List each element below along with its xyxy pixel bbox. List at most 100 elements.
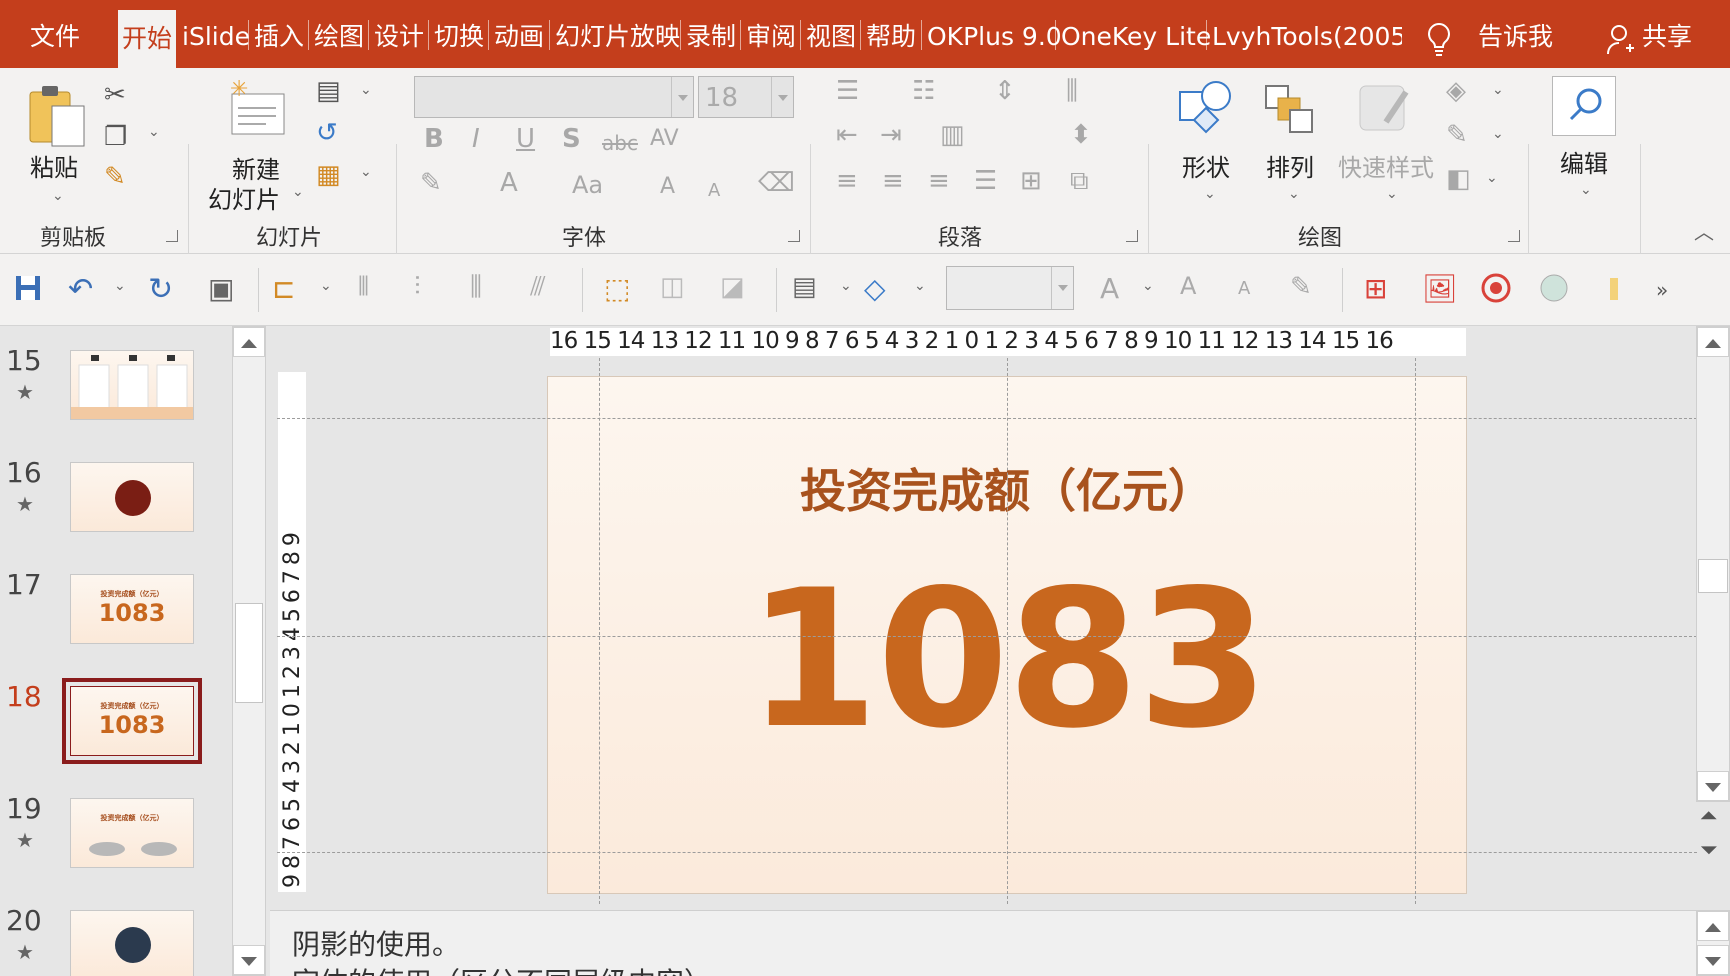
cut-icon[interactable]: ✂ <box>104 80 126 110</box>
undo-icon[interactable]: ↶ <box>68 272 104 308</box>
char-spacing-icon[interactable]: AV <box>650 124 679 154</box>
thumbnail-slide-15[interactable] <box>70 350 194 420</box>
shadow-icon[interactable]: S <box>562 124 581 154</box>
decrease-indent-icon[interactable]: ⇤ <box>836 120 858 150</box>
quick-styles-icon[interactable] <box>1356 82 1416 138</box>
share-button[interactable]: 共享 <box>1642 0 1692 68</box>
start-slideshow-icon[interactable]: ▣ <box>208 272 244 308</box>
clear-formatting-icon[interactable]: ⌫ <box>758 168 795 198</box>
guide-line[interactable] <box>1007 358 1008 904</box>
tab-okplus[interactable]: OKPlus 9.0 <box>927 0 1062 68</box>
chevron-down-icon[interactable]: ⌄ <box>360 164 372 180</box>
redo-icon[interactable]: ↻ <box>148 272 184 308</box>
reset-slide-icon[interactable]: ↺ <box>316 118 338 148</box>
new-slide-label-2[interactable]: 幻灯片 <box>208 180 280 215</box>
tab-animations[interactable]: 动画 <box>494 0 544 68</box>
thumbnail-slide-20[interactable] <box>70 910 194 976</box>
thumbnail-slide-19[interactable]: 投资完成额（亿元） <box>70 798 194 868</box>
tab-home[interactable]: 开始 <box>118 10 177 68</box>
tab-transitions[interactable]: 切换 <box>434 0 484 68</box>
font-color-icon[interactable]: A <box>500 168 518 198</box>
increase-indent-icon[interactable]: ⇥ <box>880 120 902 150</box>
thumbnail-slide-18[interactable]: 投资完成额（亿元） 1083 <box>62 678 202 764</box>
chevron-down-icon[interactable]: ⌄ <box>52 188 64 204</box>
line-spacing-icon[interactable]: ⇕ <box>994 76 1016 106</box>
arrange-label[interactable]: 排列 <box>1266 148 1314 183</box>
smartart-icon[interactable]: ⧉ <box>1070 166 1089 196</box>
scroll-up-icon[interactable] <box>1697 327 1729 357</box>
quick-styles-label[interactable]: 快速样式 <box>1338 148 1434 183</box>
guide-line[interactable] <box>599 358 600 904</box>
justify-icon[interactable]: ☰ <box>974 166 997 196</box>
font-name-combo[interactable] <box>414 76 694 118</box>
save-icon[interactable] <box>12 272 48 308</box>
tell-me-search[interactable]: 告诉我 <box>1478 0 1553 68</box>
dialog-launcher-icon[interactable] <box>1508 230 1520 242</box>
tab-onekey[interactable]: OneKey Lite <box>1061 0 1211 68</box>
distribute-horizontal-icon[interactable]: ⫼ <box>470 272 506 308</box>
notes-scrollbar[interactable] <box>1696 910 1730 976</box>
format-painter-icon[interactable]: ✎ <box>1290 272 1326 308</box>
align-text-icon[interactable]: ⬍ <box>1070 120 1092 150</box>
tab-help[interactable]: 帮助 <box>866 0 916 68</box>
distribute-vertical-icon[interactable]: ⫻ <box>530 272 566 308</box>
chevron-down-icon[interactable] <box>771 77 793 117</box>
chevron-down-icon[interactable] <box>1051 267 1073 309</box>
thumbnail-slide-17[interactable]: 投资完成额（亿元） 1083 <box>70 574 194 644</box>
tab-draw[interactable]: 绘图 <box>314 0 364 68</box>
distributed-icon[interactable]: ⊞ <box>1020 166 1042 196</box>
target-icon[interactable] <box>1480 272 1516 308</box>
layout-icon[interactable]: ▤ <box>792 272 828 308</box>
grid-icon[interactable]: ⊞ <box>1364 272 1400 308</box>
strikethrough-icon[interactable]: abc <box>602 128 638 158</box>
align-middle-icon[interactable]: ⫶ <box>414 272 450 308</box>
thumbnail-scrollbar[interactable] <box>232 326 266 976</box>
shapes-label[interactable]: 形状 <box>1182 148 1230 183</box>
guide-line[interactable] <box>277 852 1697 853</box>
font-size-combo[interactable]: 18 <box>698 76 794 118</box>
dialog-launcher-icon[interactable] <box>166 230 178 242</box>
select-pane-icon[interactable]: ⬚ <box>604 272 640 308</box>
tab-lvyhtools[interactable]: LvyhTools(20052 <box>1212 0 1402 68</box>
text-highlight-icon[interactable]: ✎ <box>420 168 442 198</box>
chevron-down-icon[interactable]: ⌄ <box>1142 278 1154 294</box>
italic-icon[interactable]: I <box>472 124 480 154</box>
editing-label[interactable]: 编辑 <box>1560 144 1608 179</box>
scroll-down-icon[interactable] <box>1697 771 1729 801</box>
underline-icon[interactable]: U <box>516 124 535 154</box>
tab-record[interactable]: 录制 <box>686 0 736 68</box>
chevron-down-icon[interactable]: ⌄ <box>1204 186 1216 202</box>
copy-icon[interactable]: ❐ <box>104 122 127 152</box>
shape-fill-icon[interactable]: ◈ <box>1446 76 1466 106</box>
arrange-icon[interactable] <box>1262 82 1318 138</box>
shape-outline-icon[interactable]: ✎ <box>1446 120 1468 150</box>
lightbulb-icon[interactable] <box>1426 22 1452 56</box>
scroll-up-icon[interactable] <box>233 327 265 357</box>
group-icon[interactable]: ◫ <box>660 272 696 308</box>
chevron-down-icon[interactable]: ⌄ <box>148 124 160 140</box>
dialog-launcher-icon[interactable] <box>788 230 800 242</box>
grow-font-icon[interactable]: A <box>660 172 675 202</box>
tab-design[interactable]: 设计 <box>374 0 424 68</box>
collapse-ribbon-icon[interactable]: ︿ <box>1694 216 1714 245</box>
align-objects-icon[interactable]: ⊏ <box>272 272 308 308</box>
thumbnail-slide-16[interactable] <box>70 462 194 532</box>
tab-file[interactable]: 文件 <box>30 0 80 68</box>
chevron-down-icon[interactable]: ⌄ <box>292 184 304 200</box>
new-slide-icon[interactable]: ✳ <box>226 77 288 138</box>
numbering-icon[interactable]: ☷ <box>912 76 935 106</box>
paste-icon[interactable] <box>28 82 88 148</box>
find-icon[interactable] <box>1552 76 1616 136</box>
grow-font-icon[interactable]: A <box>1180 272 1216 308</box>
shrink-font-icon[interactable]: A <box>1238 278 1274 314</box>
notes-line[interactable]: 字体的使用（区分不同层级内容） <box>292 961 712 976</box>
align-right-icon[interactable]: ≡ <box>928 166 950 196</box>
chevron-down-icon[interactable] <box>671 77 693 117</box>
align-center-icon[interactable]: ≡ <box>882 166 904 196</box>
guide-line[interactable] <box>277 636 1697 637</box>
shrink-font-icon[interactable]: A <box>708 176 720 206</box>
ungroup-icon[interactable]: ◪ <box>720 272 756 308</box>
more-icon[interactable]: » <box>1656 278 1692 314</box>
shape-circle-icon[interactable] <box>1538 272 1574 308</box>
tab-islide[interactable]: iSlide <box>182 0 250 68</box>
